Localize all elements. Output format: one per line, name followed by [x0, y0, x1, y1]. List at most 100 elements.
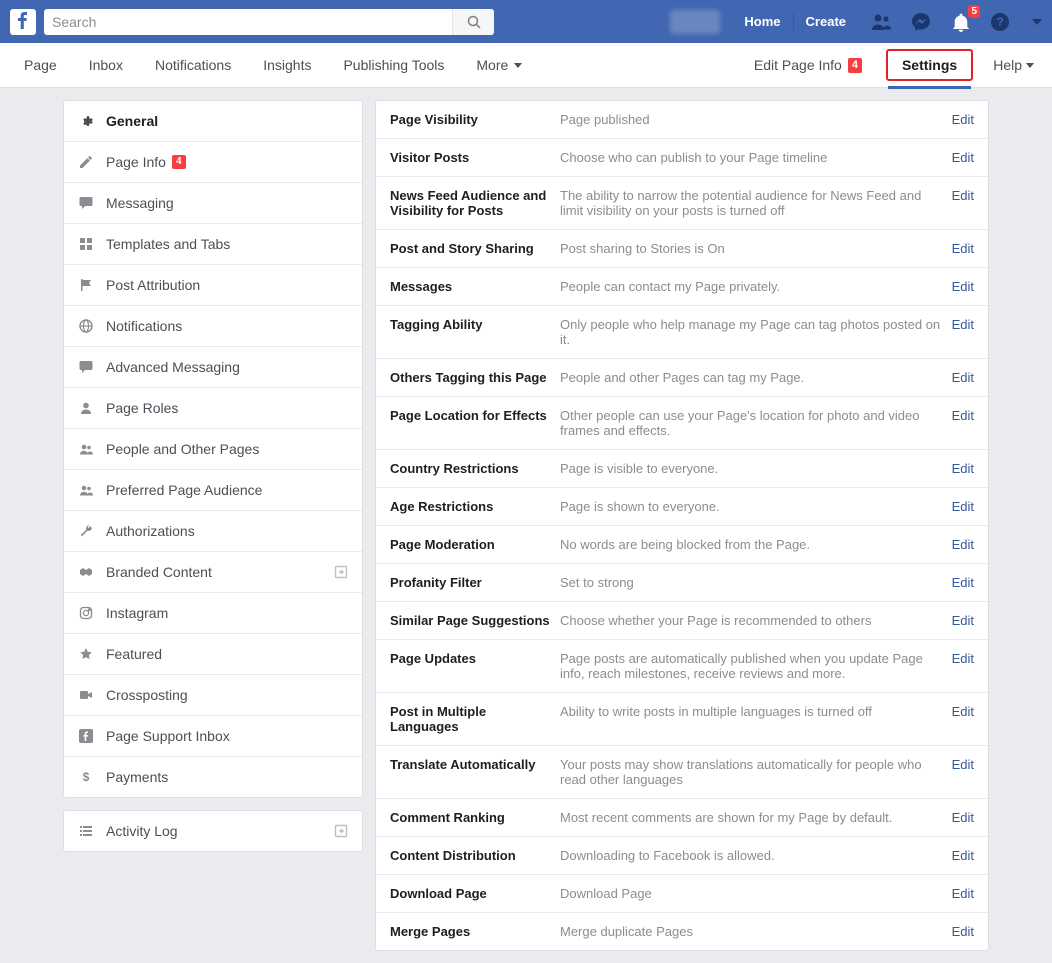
search-input[interactable] [44, 9, 494, 35]
setting-row: Page Location for EffectsOther people ca… [376, 397, 988, 450]
sidebar-item-crossposting[interactable]: Crossposting [64, 675, 362, 716]
instagram-icon [78, 605, 94, 621]
setting-row: Post in Multiple LanguagesAbility to wri… [376, 693, 988, 746]
edit-page-info[interactable]: Edit Page Info 4 [740, 57, 876, 73]
sidebar-item-label: Activity Log [106, 823, 178, 839]
friend-requests-icon[interactable] [870, 11, 892, 33]
setting-label: Page Moderation [390, 537, 560, 552]
sidebar-item-people-and-other-pages[interactable]: People and Other Pages [64, 429, 362, 470]
setting-row: Merge PagesMerge duplicate PagesEdit [376, 913, 988, 950]
page-tabs: Page Inbox Notifications Insights Publis… [0, 43, 1052, 88]
svg-text:?: ? [996, 15, 1003, 29]
sidebar-item-templates-and-tabs[interactable]: Templates and Tabs [64, 224, 362, 265]
notifications-icon[interactable]: 5 [950, 11, 972, 33]
sidebar-item-advanced-messaging[interactable]: Advanced Messaging [64, 347, 362, 388]
sidebar-item-notifications[interactable]: Notifications [64, 306, 362, 347]
edit-link[interactable]: Edit [952, 499, 974, 514]
handshake-icon [78, 564, 94, 580]
tab-help[interactable]: Help [983, 57, 1044, 73]
setting-desc: People can contact my Page privately. [560, 279, 952, 294]
edit-link[interactable]: Edit [952, 848, 974, 863]
edit-link[interactable]: Edit [952, 704, 974, 719]
edit-link[interactable]: Edit [952, 924, 974, 939]
people-icon [78, 482, 94, 498]
sidebar-item-label: Instagram [106, 605, 168, 621]
edit-page-info-label: Edit Page Info [754, 57, 842, 73]
home-link[interactable]: Home [734, 9, 790, 35]
sidebar-item-instagram[interactable]: Instagram [64, 593, 362, 634]
sidebar-item-label: Preferred Page Audience [106, 482, 262, 498]
wrench-icon [78, 523, 94, 539]
edit-link[interactable]: Edit [952, 370, 974, 385]
sidebar-item-label: Advanced Messaging [106, 359, 240, 375]
star-icon [78, 646, 94, 662]
edit-link[interactable]: Edit [952, 461, 974, 476]
sidebar-item-page-support-inbox[interactable]: Page Support Inbox [64, 716, 362, 757]
setting-desc: Page published [560, 112, 952, 127]
edit-link[interactable]: Edit [952, 537, 974, 552]
setting-row: Age RestrictionsPage is shown to everyon… [376, 488, 988, 526]
sidebar-item-label: Page Support Inbox [106, 728, 230, 744]
list-icon [78, 823, 94, 839]
edit-link[interactable]: Edit [952, 317, 974, 332]
search-button[interactable] [452, 9, 494, 35]
setting-label: Post and Story Sharing [390, 241, 560, 256]
setting-desc: No words are being blocked from the Page… [560, 537, 952, 552]
setting-label: Profanity Filter [390, 575, 560, 590]
tab-insights[interactable]: Insights [247, 43, 327, 88]
edit-link[interactable]: Edit [952, 188, 974, 203]
setting-row: Others Tagging this PagePeople and other… [376, 359, 988, 397]
edit-link[interactable]: Edit [952, 613, 974, 628]
setting-row: Visitor PostsChoose who can publish to y… [376, 139, 988, 177]
setting-desc: The ability to narrow the potential audi… [560, 188, 952, 218]
edit-link[interactable]: Edit [952, 810, 974, 825]
sidebar-item-post-attribution[interactable]: Post Attribution [64, 265, 362, 306]
tab-settings[interactable]: Settings [886, 49, 973, 81]
edit-link[interactable]: Edit [952, 279, 974, 294]
person-icon [78, 400, 94, 416]
setting-label: Tagging Ability [390, 317, 560, 332]
chat-icon [78, 359, 94, 375]
chevron-down-icon [1026, 63, 1034, 68]
setting-desc: Merge duplicate Pages [560, 924, 952, 939]
edit-link[interactable]: Edit [952, 757, 974, 772]
sidebar-item-general[interactable]: General [64, 101, 362, 142]
sidebar-item-page-roles[interactable]: Page Roles [64, 388, 362, 429]
setting-label: Page Updates [390, 651, 560, 666]
sidebar-item-messaging[interactable]: Messaging [64, 183, 362, 224]
sidebar-item-label: Post Attribution [106, 277, 200, 293]
tab-inbox[interactable]: Inbox [73, 43, 139, 88]
sidebar-item-branded-content[interactable]: Branded Content [64, 552, 362, 593]
video-icon [78, 687, 94, 703]
setting-desc: Choose who can publish to your Page time… [560, 150, 952, 165]
edit-link[interactable]: Edit [952, 651, 974, 666]
edit-link[interactable]: Edit [952, 408, 974, 423]
setting-label: Translate Automatically [390, 757, 560, 772]
facebook-logo[interactable] [10, 9, 36, 35]
sidebar-item-label: Crossposting [106, 687, 188, 703]
account-menu-caret[interactable] [1032, 19, 1042, 25]
tab-publishing-tools[interactable]: Publishing Tools [327, 43, 460, 88]
edit-link[interactable]: Edit [952, 886, 974, 901]
tab-notifications[interactable]: Notifications [139, 43, 247, 88]
sidebar-item-featured[interactable]: Featured [64, 634, 362, 675]
messenger-icon[interactable] [910, 11, 932, 33]
create-link[interactable]: Create [796, 9, 856, 35]
search-input-wrap [44, 9, 494, 35]
edit-link[interactable]: Edit [952, 241, 974, 256]
setting-row: MessagesPeople can contact my Page priva… [376, 268, 988, 306]
avatar[interactable] [670, 10, 720, 34]
sidebar-item-payments[interactable]: $Payments [64, 757, 362, 797]
edit-link[interactable]: Edit [952, 150, 974, 165]
setting-row: Download PageDownload PageEdit [376, 875, 988, 913]
sidebar-item-activity-log[interactable]: Activity Log [64, 811, 362, 851]
tab-page[interactable]: Page [8, 43, 73, 88]
edit-link[interactable]: Edit [952, 112, 974, 127]
edit-link[interactable]: Edit [952, 575, 974, 590]
sidebar-item-preferred-page-audience[interactable]: Preferred Page Audience [64, 470, 362, 511]
sidebar-item-authorizations[interactable]: Authorizations [64, 511, 362, 552]
setting-row: Translate AutomaticallyYour posts may sh… [376, 746, 988, 799]
sidebar-item-page-info[interactable]: Page Info4 [64, 142, 362, 183]
tab-more[interactable]: More [460, 43, 538, 88]
help-icon[interactable]: ? [990, 12, 1010, 32]
